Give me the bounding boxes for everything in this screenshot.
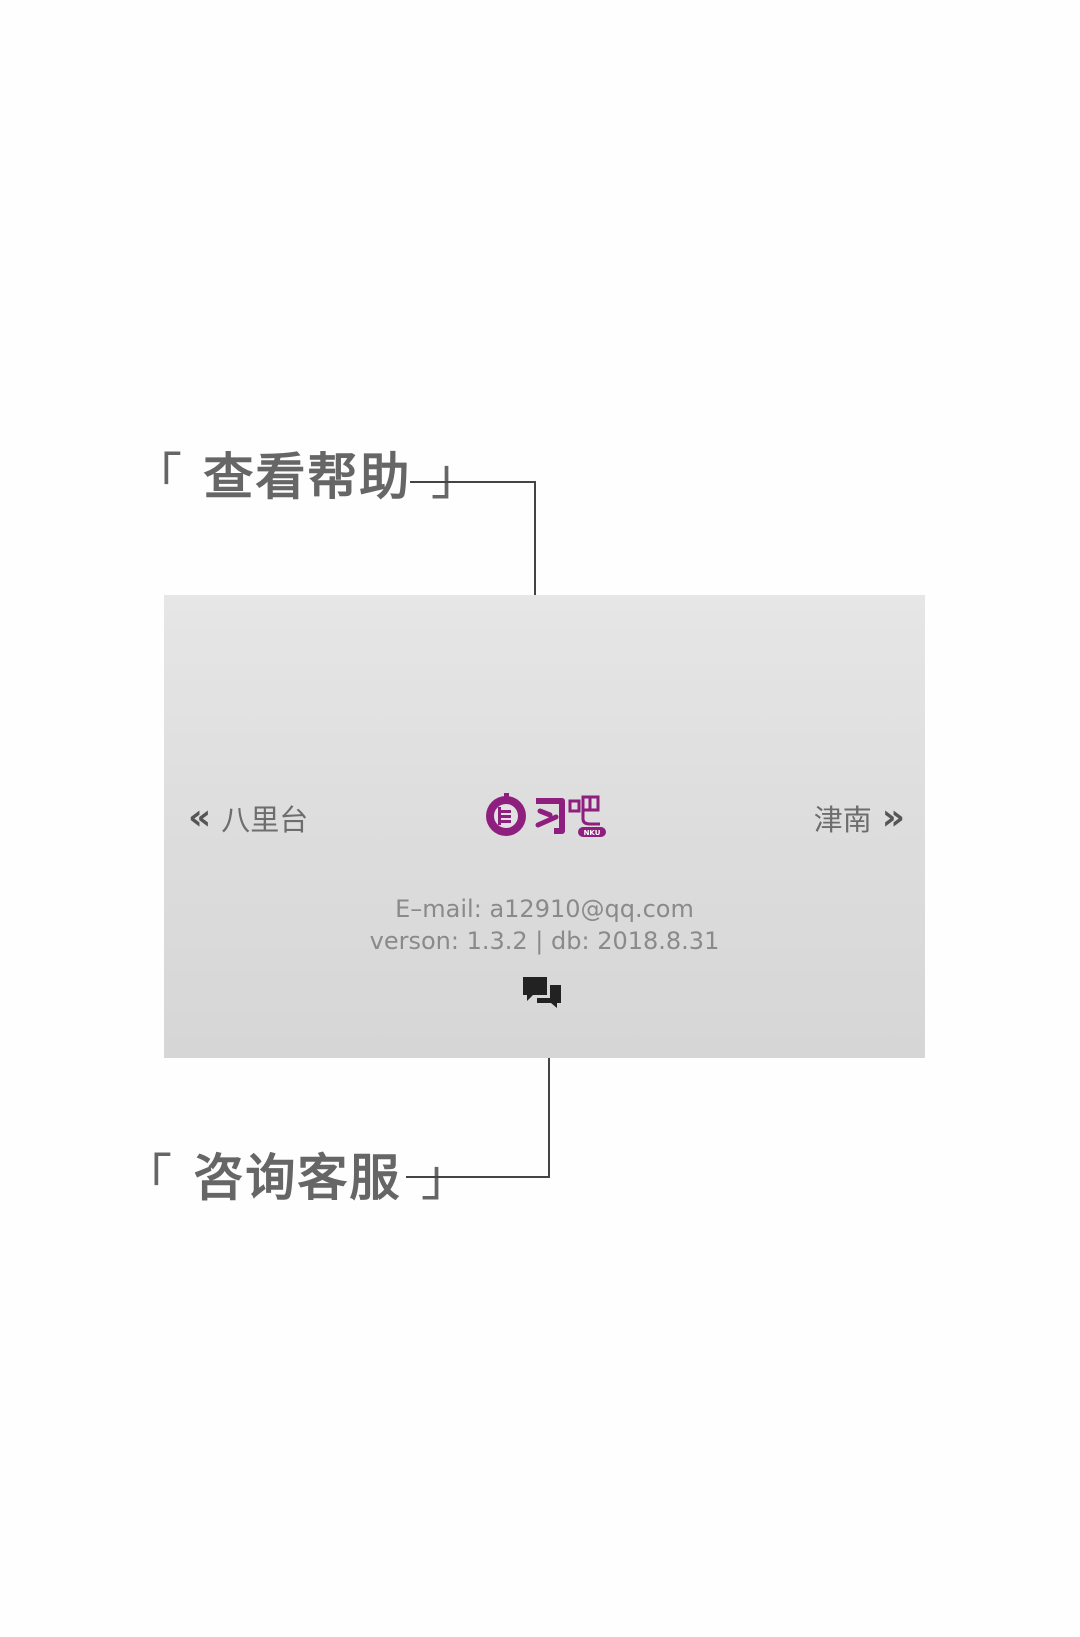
next-campus-link[interactable]: 津南 » [814,797,905,839]
help-connector-horizontal [410,481,536,483]
logo-tag: NKU [584,829,601,837]
email-line: E–mail: a12910@qq.com [395,895,694,923]
callout-open-bracket: 「 [132,448,184,506]
about-panel: « 八里台 NKU 津南 » E–mail: a12910@qq.com ver… [164,595,925,1058]
next-campus-label: 津南 [813,803,872,837]
double-chevron-left-icon: « [188,797,212,838]
version-line: verson: 1.3.2 | db: 2018.8.31 [369,927,720,955]
zixiba-logo[interactable]: NKU [482,785,612,845]
callout-close-bracket: 」 [430,448,483,506]
prev-campus-label: 八里台 [221,803,309,837]
app-info: E–mail: a12910@qq.com verson: 1.3.2 | db… [164,893,925,957]
service-connector-horizontal [406,1176,550,1178]
prev-campus-link[interactable]: « 八里台 [188,797,308,839]
callout-open-bracket: 「 [122,1149,174,1207]
double-chevron-right-icon: » [881,797,905,838]
help-callout-label: 查看帮助 [203,448,412,506]
help-callout: 「 查看帮助 」 [132,452,483,502]
service-callout: 「 咨询客服 」 [122,1153,473,1203]
chat-bubbles-icon[interactable] [521,975,563,1011]
campus-nav: « 八里台 NKU 津南 » [164,785,925,845]
callout-close-bracket: 」 [420,1149,473,1207]
service-callout-label: 咨询客服 [193,1149,402,1207]
